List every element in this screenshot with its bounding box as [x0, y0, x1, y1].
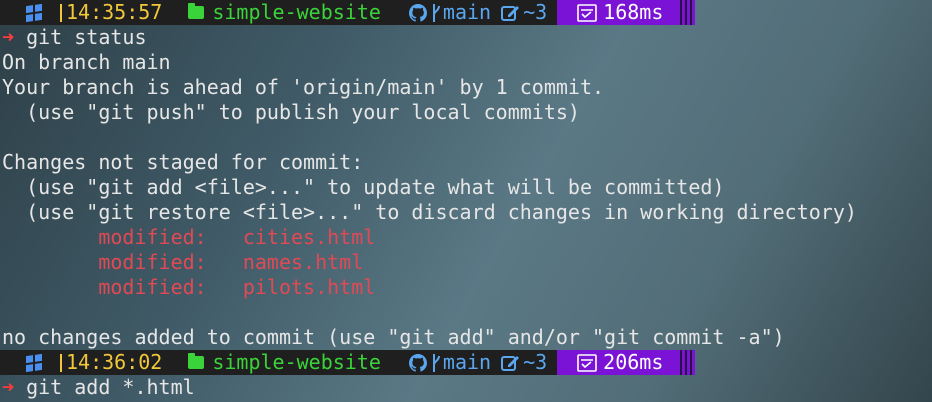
directory-segment: simple-website	[184, 0, 403, 25]
output-line: Your branch is ahead of 'origin/main' by…	[2, 75, 605, 99]
git-segment: main ~3	[402, 350, 558, 375]
prompt-bar: 14:36:02 simple-website main ~3 206ms	[0, 350, 750, 375]
modified-file-line: modified: pilots.html	[2, 275, 376, 299]
command-line[interactable]: ➜ git status	[0, 25, 932, 50]
output-line: (use "git add <file>..." to update what …	[2, 175, 725, 199]
separator	[60, 353, 62, 372]
command-text: git status	[26, 25, 147, 49]
prompt-changes: ~3	[523, 350, 548, 374]
prompt-branch: main	[442, 0, 492, 24]
os-segment	[0, 350, 52, 375]
time-segment: 14:35:57	[52, 0, 185, 25]
folder-icon	[188, 353, 205, 369]
prompt-bar: 14:35:57 simple-website main ~3 168ms	[0, 0, 750, 25]
branch-icon	[432, 3, 440, 22]
output-line: (use "git push" to publish your local co…	[2, 100, 580, 124]
separator	[60, 3, 62, 22]
output-line: no changes added to commit (use "git add…	[2, 325, 785, 349]
modified-file-line: modified: cities.html	[2, 225, 376, 249]
os-segment	[0, 0, 52, 25]
prompt-directory: simple-website	[212, 350, 381, 374]
prompt-end-decoration	[677, 350, 696, 375]
prompt-changes: ~3	[523, 0, 548, 24]
prompt-arrow-icon: ➜	[2, 25, 15, 49]
windows-icon	[26, 3, 42, 22]
directory-segment: simple-website	[184, 350, 403, 375]
output-line: On branch main	[2, 50, 171, 74]
prompt-duration: 168ms	[603, 0, 664, 24]
prompt-time: 14:36:02	[66, 350, 163, 374]
modified-file-line: modified: names.html	[2, 250, 364, 274]
github-icon	[408, 3, 427, 22]
prompt-time: 14:35:57	[66, 0, 163, 24]
output-line: (use "git restore <file>..." to discard …	[2, 200, 857, 224]
prompt-arrow-icon: ➜	[2, 375, 15, 399]
prompt-duration: 206ms	[603, 350, 664, 374]
windows-icon	[26, 353, 42, 372]
prompt-branch: main	[442, 350, 492, 374]
stopwatch-icon	[577, 3, 597, 22]
git-segment: main ~3	[402, 0, 558, 25]
command-line[interactable]: ➜ git add *.html	[0, 375, 932, 400]
folder-icon	[188, 3, 205, 19]
command-text: git add *.html	[26, 375, 195, 399]
output-line: Changes not staged for commit:	[2, 150, 364, 174]
prompt-directory: simple-website	[212, 0, 381, 24]
duration-segment: 206ms	[557, 350, 678, 375]
github-icon	[408, 353, 427, 372]
edit-icon	[501, 355, 520, 371]
stopwatch-icon	[577, 353, 597, 372]
duration-segment: 168ms	[557, 0, 678, 25]
time-segment: 14:36:02	[52, 350, 185, 375]
terminal-window[interactable]: 14:35:57 simple-website main ~3 168ms ➜ …	[0, 0, 932, 402]
edit-icon	[501, 5, 520, 21]
branch-icon	[432, 353, 440, 372]
prompt-end-decoration	[677, 0, 696, 25]
